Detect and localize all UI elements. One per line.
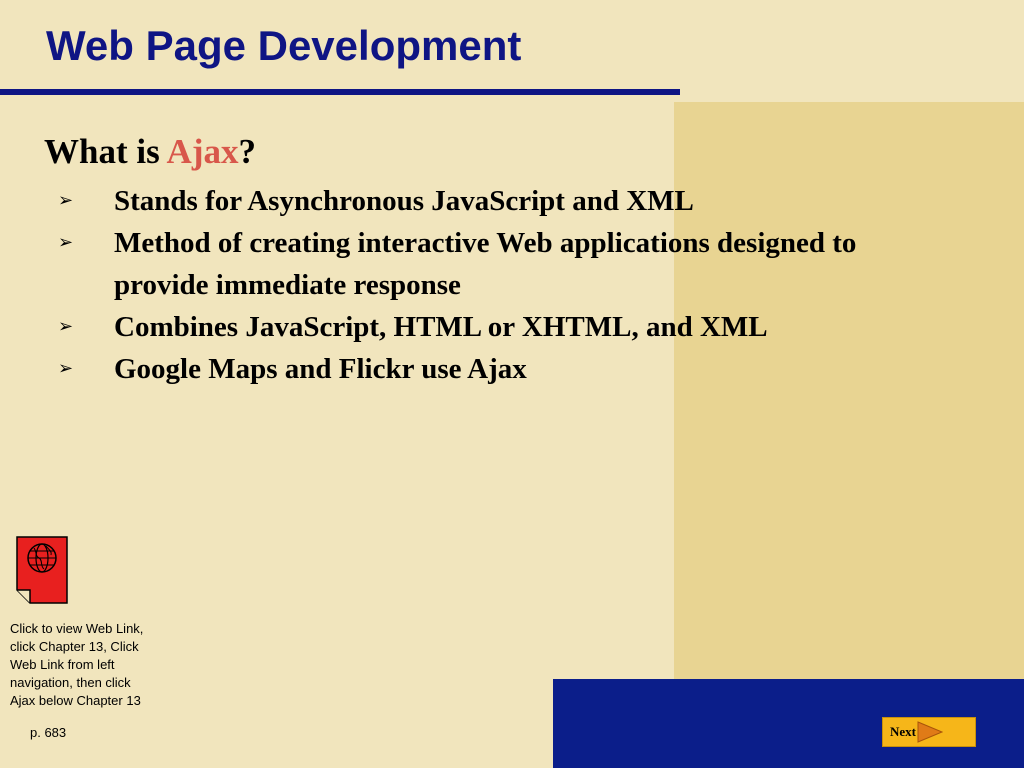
- bullet-item: ➢ Method of creating interactive Web app…: [58, 222, 958, 306]
- bullet-text: Method of creating interactive Web appli…: [114, 227, 857, 301]
- slide-title: Web Page Development: [46, 22, 522, 69]
- title-divider: [0, 89, 680, 95]
- question-suffix: ?: [238, 132, 256, 171]
- next-button[interactable]: Next: [882, 717, 976, 747]
- arrow-bullet-icon: ➢: [58, 358, 74, 379]
- bullet-text: Google Maps and Flickr use Ajax: [114, 353, 527, 385]
- bullet-list: ➢ Stands for Asynchronous JavaScript and…: [58, 180, 958, 390]
- bullet-text: Stands for Asynchronous JavaScript and X…: [114, 185, 694, 217]
- weblink-instructions: Click to view Web Link, click Chapter 13…: [10, 621, 144, 708]
- bullet-item: ➢ Google Maps and Flickr use Ajax: [58, 348, 958, 390]
- next-button-label: Next: [890, 724, 916, 739]
- question-prefix: What is: [44, 132, 167, 171]
- play-arrow-icon: [917, 721, 943, 743]
- question-highlight: Ajax: [166, 132, 239, 171]
- arrow-bullet-icon: ➢: [58, 232, 74, 253]
- bullet-item: ➢ Combines JavaScript, HTML or XHTML, an…: [58, 306, 958, 348]
- slide-question: What is Ajax?: [44, 130, 256, 174]
- arrow-bullet-icon: ➢: [58, 190, 74, 211]
- arrow-bullet-icon: ➢: [58, 316, 74, 337]
- bullet-text: Combines JavaScript, HTML or XHTML, and …: [114, 311, 768, 343]
- globe-page-icon[interactable]: [16, 536, 68, 604]
- bullet-item: ➢ Stands for Asynchronous JavaScript and…: [58, 180, 958, 222]
- page-reference: p. 683: [30, 725, 67, 740]
